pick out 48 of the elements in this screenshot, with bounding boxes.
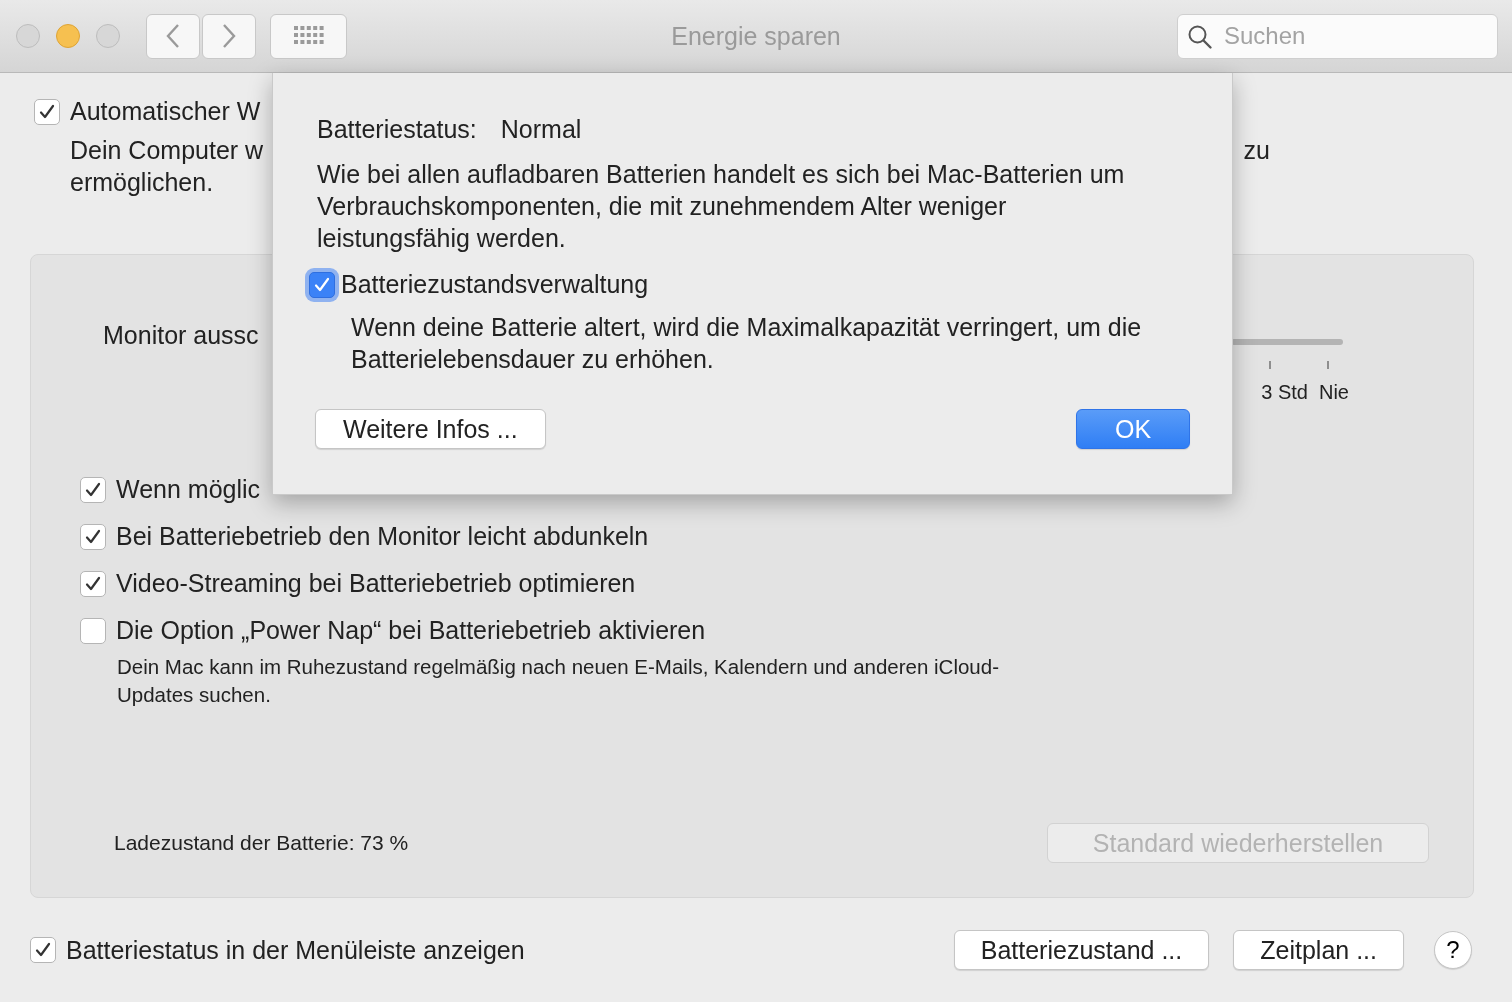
push-button[interactable]: Batteriezustand ... <box>953 930 1210 970</box>
checkbox[interactable] <box>80 523 106 550</box>
checkmark-icon <box>38 102 56 121</box>
more-info-button[interactable]: Weitere Infos ... <box>315 409 546 449</box>
chevron-left-icon <box>165 23 181 49</box>
checkmark-icon <box>313 275 331 294</box>
status-value: Normal <box>500 115 582 144</box>
option-label: Batteriezustandsverwaltung <box>341 270 649 299</box>
window-title: Energie sparen <box>671 21 841 50</box>
option-label: Wenn möglic <box>116 475 261 504</box>
description-text: Dein Computer w <box>70 135 264 166</box>
close-window-button[interactable] <box>16 24 40 48</box>
tick-label: Nie <box>1319 381 1349 404</box>
checkmark-icon <box>84 480 102 499</box>
checkmark-icon <box>84 527 102 546</box>
option-label: Bei Batteriebetrieb den Monitor leicht abdunkeln <box>116 522 649 551</box>
checkbox[interactable] <box>80 476 106 503</box>
description-text: zu <box>1243 135 1270 166</box>
minimize-window-button[interactable] <box>56 24 80 48</box>
slider-label: Monitor aussc <box>103 321 259 351</box>
option-label: Die Option „Power Nap“ bei Batteriebetrieb aktivieren <box>116 616 706 645</box>
push-button[interactable]: Zeitplan ... <box>1233 930 1404 970</box>
option-label: Batteriestatus in der Menüleiste anzeigen <box>66 935 525 965</box>
slider-track[interactable] <box>1231 339 1343 345</box>
tick-label: 3 Std <box>1261 381 1308 404</box>
description-text: Wenn deine Batterie altert, wird die Maximalkapazität verringert, um die Batterielebensdauer zu erhöhen. <box>351 312 1143 375</box>
chevron-right-icon <box>221 23 237 49</box>
option-label: Video-Streaming bei Batteriebetrieb optimieren <box>116 569 636 598</box>
status-label: Batteriestatus: <box>317 115 477 144</box>
message-text: Wie bei allen aufladbaren Batterien handelt es sich bei Mac-Batterien um Verbrauchskomponenten, die mit zunehmendem Alter weniger leistungsfähig werden. <box>317 159 1126 254</box>
battery-level-text: Ladezustand der Batterie: 73 % <box>114 831 409 855</box>
checkbox[interactable] <box>80 570 106 597</box>
checkmark-icon <box>34 941 52 959</box>
checkbox[interactable] <box>34 98 60 125</box>
forward-button[interactable] <box>202 13 256 59</box>
help-button[interactable]: ? <box>1434 931 1472 969</box>
search-field[interactable]: Suchen <box>1177 13 1498 59</box>
description-text: Dein Mac kann im Ruhezustand regelmäßig nach neuen E-Mails, Kalendern und anderen iCloud-Updates suchen. <box>117 654 1000 708</box>
zoom-window-button[interactable] <box>96 24 120 48</box>
option-label: Automatischer W <box>70 97 261 126</box>
checkbox[interactable] <box>80 617 106 644</box>
search-icon <box>1187 23 1213 50</box>
back-button[interactable] <box>146 13 200 59</box>
checkbox[interactable] <box>30 937 56 963</box>
show-all-button[interactable] <box>270 13 347 59</box>
checkmark-icon <box>84 574 102 593</box>
grid-icon <box>293 26 324 46</box>
description-text: ermöglichen. <box>70 168 214 196</box>
